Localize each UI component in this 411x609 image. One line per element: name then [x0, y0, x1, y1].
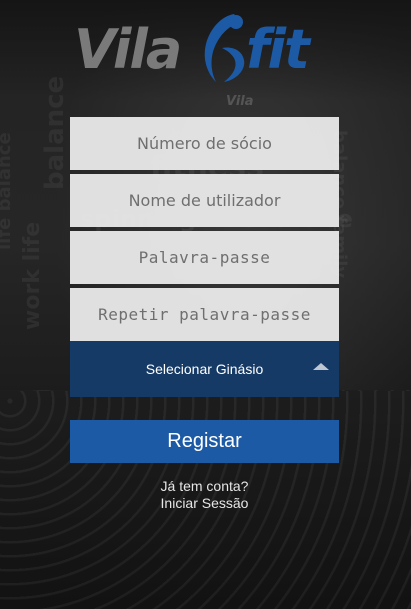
wall-word: life balance [0, 132, 15, 250]
gym-select-label: Selecionar Ginásio [145, 361, 264, 377]
login-prompt: Já tem conta? Iniciar Sessão [70, 478, 339, 512]
caret-up-icon [313, 363, 329, 370]
gym-select[interactable]: Selecionar Ginásio [70, 341, 339, 397]
username-input[interactable] [70, 174, 339, 227]
repeat-password-input[interactable] [70, 288, 339, 341]
wall-word: balance [40, 75, 70, 190]
logo-text-fit: fit [246, 18, 310, 81]
have-account-link[interactable]: Já tem conta? [70, 478, 339, 495]
registration-form: Selecionar Ginásio [70, 117, 339, 397]
vilafit-logo: Vila fit [74, 8, 338, 94]
runner-swoosh-icon [204, 14, 245, 82]
wall-word: work life [20, 221, 45, 330]
member-number-input[interactable] [70, 117, 339, 170]
register-button[interactable]: Registar [70, 420, 339, 463]
login-link[interactable]: Iniciar Sessão [70, 495, 339, 512]
wall-sign: Vila [226, 94, 254, 109]
logo-text-vila: Vila [74, 18, 182, 81]
password-input[interactable] [70, 231, 339, 284]
